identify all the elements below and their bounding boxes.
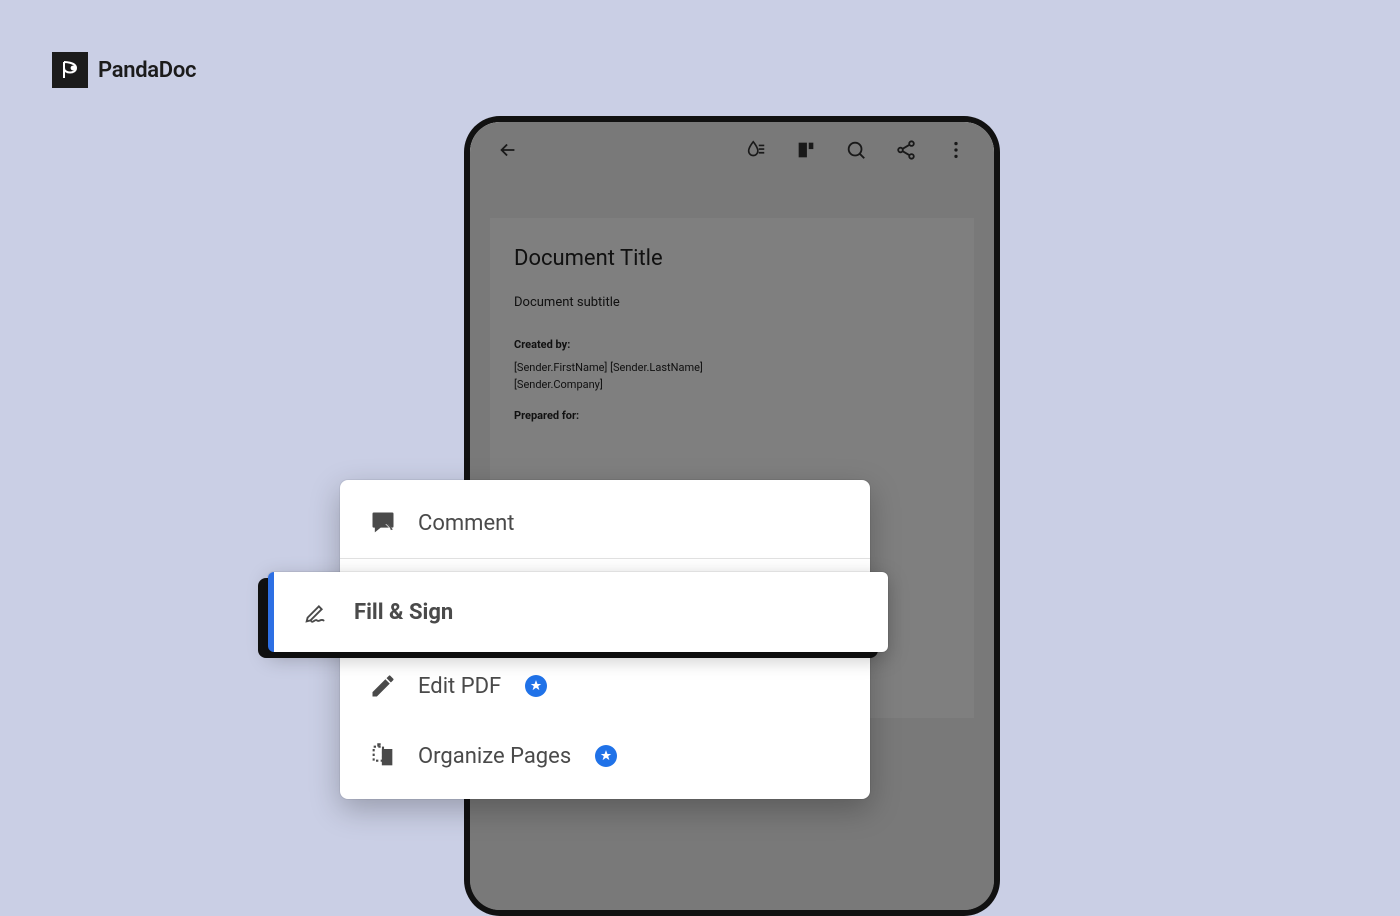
menu-item-fill-and-sign[interactable]: Fill & Sign bbox=[268, 572, 888, 652]
menu-label: Comment bbox=[418, 511, 514, 536]
premium-badge-icon bbox=[595, 745, 617, 767]
menu-item-comment[interactable]: Comment bbox=[340, 488, 870, 558]
menu-label: Organize Pages bbox=[418, 744, 571, 769]
menu-item-organize-pages[interactable]: Organize Pages bbox=[340, 721, 870, 791]
brand-name: PandaDoc bbox=[98, 58, 196, 83]
premium-badge-icon bbox=[525, 675, 547, 697]
menu-label: Fill & Sign bbox=[354, 600, 453, 625]
organize-pages-icon bbox=[368, 741, 398, 771]
menu-label: Edit PDF bbox=[418, 674, 501, 699]
menu-item-edit-pdf[interactable]: Edit PDF bbox=[340, 651, 870, 721]
brand-logo: PandaDoc bbox=[52, 52, 196, 88]
comment-icon bbox=[368, 508, 398, 538]
pandadoc-icon bbox=[52, 52, 88, 88]
pencil-icon bbox=[368, 671, 398, 701]
signature-icon bbox=[302, 597, 332, 627]
